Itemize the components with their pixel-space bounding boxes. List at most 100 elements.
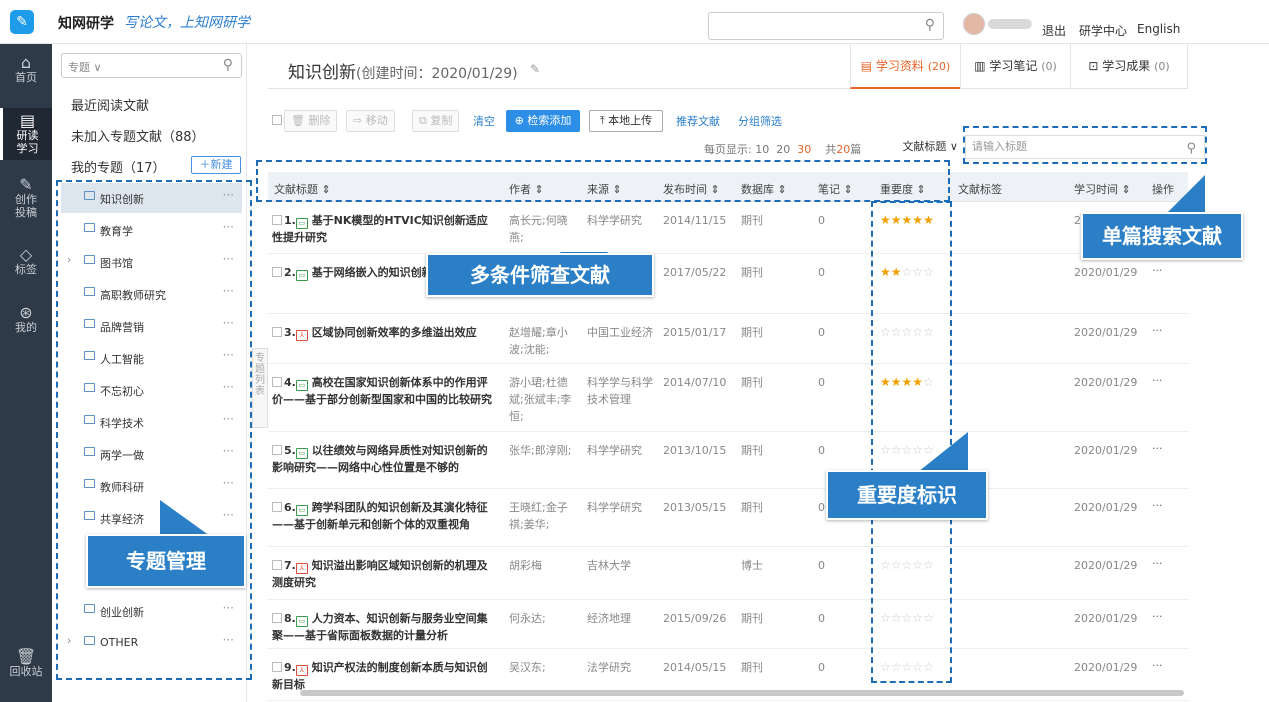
col-title[interactable]: 文献标题 ⇕ bbox=[274, 181, 331, 197]
col-db[interactable]: 数据库 ⇕ bbox=[741, 181, 787, 197]
table-row[interactable]: 6. ▭ 跨学科团队的知识创新及其演化特征——基于创新单元和创新个体的双重视角 王晓… bbox=[268, 489, 1188, 547]
star-empty-icon[interactable]: ☆ bbox=[912, 325, 923, 339]
col-notes[interactable]: 笔记 ⇕ bbox=[818, 181, 853, 197]
folder-item[interactable]: 人工智能 ··· bbox=[61, 343, 242, 373]
row-checkbox[interactable] bbox=[272, 377, 282, 387]
importance-stars[interactable]: ★★☆☆☆ bbox=[880, 264, 942, 281]
star-empty-icon[interactable]: ☆ bbox=[880, 325, 891, 339]
more-icon[interactable]: ··· bbox=[223, 188, 234, 202]
table-row[interactable]: 5. ▭ 以往绩效与网络异质性对知识创新的影响研究——网络中心性位置是不够的 张华;… bbox=[268, 432, 1188, 489]
recommend-link[interactable]: 推荐文献 bbox=[676, 113, 720, 129]
star-filled-icon[interactable]: ★ bbox=[912, 375, 923, 389]
star-empty-icon[interactable]: ☆ bbox=[880, 611, 891, 625]
global-search-input[interactable]: ⚲ bbox=[708, 12, 944, 40]
per-page-option[interactable]: 20 bbox=[776, 143, 790, 156]
nav-create[interactable]: ✎ 创作投稿 bbox=[0, 177, 52, 220]
star-empty-icon[interactable]: ☆ bbox=[891, 660, 902, 674]
research-center-link[interactable]: 研学中心 bbox=[1079, 22, 1127, 39]
star-empty-icon[interactable]: ☆ bbox=[902, 265, 913, 279]
doc-title[interactable]: 1. ▭ 基于NK模型的HTVIC知识创新适应性提升研究 bbox=[272, 212, 498, 246]
doc-title[interactable]: 3. ⅄ 区域协同创新效率的多维溢出效应 bbox=[272, 324, 498, 341]
clear-link[interactable]: 清空 bbox=[473, 113, 495, 129]
star-empty-icon[interactable]: ☆ bbox=[902, 660, 913, 674]
chevron-right-icon[interactable]: › bbox=[67, 253, 71, 266]
table-row[interactable]: 4. ▭ 高校在国家知识创新体系中的作用评价——基于部分创新型国家和中国的比较研究… bbox=[268, 364, 1188, 432]
star-empty-icon[interactable]: ☆ bbox=[923, 325, 934, 339]
col-date[interactable]: 发布时间 ⇕ bbox=[663, 181, 720, 197]
recent-read-link[interactable]: 最近阅读文献 bbox=[71, 95, 149, 114]
importance-stars[interactable]: ☆☆☆☆☆ bbox=[880, 659, 942, 676]
star-empty-icon[interactable]: ☆ bbox=[891, 325, 902, 339]
star-empty-icon[interactable]: ☆ bbox=[923, 558, 934, 572]
row-checkbox[interactable] bbox=[272, 267, 282, 277]
doc-title[interactable]: 7. ⅄ 知识溢出影响区域知识创新的机理及测度研究 bbox=[272, 557, 498, 591]
more-icon[interactable]: ··· bbox=[223, 316, 234, 330]
star-filled-icon[interactable]: ★ bbox=[902, 375, 913, 389]
doc-title[interactable]: 6. ▭ 跨学科团队的知识创新及其演化特征——基于创新单元和创新个体的双重视角 bbox=[272, 499, 498, 533]
copy-button[interactable]: ⧉ 复制 bbox=[412, 110, 460, 132]
importance-stars[interactable]: ★★★★★ bbox=[880, 212, 942, 229]
per-page-option[interactable]: 10 bbox=[755, 143, 769, 156]
star-filled-icon[interactable]: ★ bbox=[880, 375, 891, 389]
row-actions-icon[interactable]: ··· bbox=[1152, 374, 1163, 387]
tab-materials[interactable]: ▤ 学习资料 (20) bbox=[850, 44, 960, 89]
nav-trash[interactable]: 🗑 回收站 bbox=[0, 649, 52, 679]
col-importance[interactable]: 重要度 ⇕ bbox=[880, 181, 926, 197]
tab-results[interactable]: ⊡ 学习成果 (0) bbox=[1070, 44, 1188, 89]
row-checkbox[interactable] bbox=[272, 445, 282, 455]
star-empty-icon[interactable]: ☆ bbox=[891, 443, 902, 457]
star-filled-icon[interactable]: ★ bbox=[923, 213, 934, 227]
row-actions-icon[interactable]: ··· bbox=[1152, 264, 1163, 277]
more-icon[interactable]: ··· bbox=[223, 284, 234, 298]
folder-item[interactable]: 不忘初心 ··· bbox=[61, 375, 242, 405]
search-icon[interactable]: ⚲ bbox=[925, 17, 935, 33]
col-learn-time[interactable]: 学习时间 ⇕ bbox=[1074, 181, 1131, 197]
more-icon[interactable]: ··· bbox=[223, 633, 234, 647]
topic-search-input[interactable]: 专题 ∨ ⚲ bbox=[61, 53, 242, 78]
star-empty-icon[interactable]: ☆ bbox=[880, 443, 891, 457]
star-empty-icon[interactable]: ☆ bbox=[880, 660, 891, 674]
star-filled-icon[interactable]: ★ bbox=[880, 213, 891, 227]
folder-item[interactable]: 科学技术 ··· bbox=[61, 407, 242, 437]
doc-title[interactable]: 8. ▭ 人力资本、知识创新与服务业空间集聚——基于省际面板数据的计量分析 bbox=[272, 610, 498, 644]
importance-stars[interactable]: ★★★★☆ bbox=[880, 374, 942, 391]
star-empty-icon[interactable]: ☆ bbox=[902, 611, 913, 625]
more-icon[interactable]: ··· bbox=[223, 252, 234, 266]
folder-item[interactable]: 两学一做 ··· bbox=[61, 439, 242, 469]
language-link[interactable]: English bbox=[1137, 22, 1180, 36]
row-actions-icon[interactable]: ··· bbox=[1152, 499, 1163, 512]
more-icon[interactable]: ··· bbox=[223, 508, 234, 522]
move-button[interactable]: ⇨ 移动 bbox=[346, 110, 395, 132]
star-filled-icon[interactable]: ★ bbox=[880, 265, 891, 279]
star-empty-icon[interactable]: ☆ bbox=[923, 265, 934, 279]
row-actions-icon[interactable]: ··· bbox=[1152, 442, 1163, 455]
row-actions-icon[interactable]: ··· bbox=[1152, 324, 1163, 337]
star-empty-icon[interactable]: ☆ bbox=[923, 660, 934, 674]
search-add-button[interactable]: ⊕ 检索添加 bbox=[506, 110, 580, 132]
more-icon[interactable]: ··· bbox=[223, 412, 234, 426]
row-checkbox[interactable] bbox=[272, 560, 282, 570]
more-icon[interactable]: ··· bbox=[223, 380, 234, 394]
app-logo[interactable]: ✎ bbox=[10, 10, 34, 34]
star-empty-icon[interactable]: ☆ bbox=[912, 660, 923, 674]
tab-notes[interactable]: ▥ 学习笔记 (0) bbox=[960, 44, 1070, 89]
star-empty-icon[interactable]: ☆ bbox=[912, 265, 923, 279]
folder-item[interactable]: 知识创新 ··· bbox=[61, 183, 242, 213]
row-checkbox[interactable] bbox=[272, 613, 282, 623]
table-row[interactable]: 3. ⅄ 区域协同创新效率的多维溢出效应 赵增耀;章小波;沈能; 中国工业经济 2015… bbox=[268, 314, 1188, 364]
chevron-right-icon[interactable]: › bbox=[67, 634, 71, 647]
star-empty-icon[interactable]: ☆ bbox=[912, 611, 923, 625]
folder-item[interactable]: 高职教师研究 ··· bbox=[61, 279, 242, 309]
star-empty-icon[interactable]: ☆ bbox=[891, 558, 902, 572]
folder-item[interactable]: 教师科研 ··· bbox=[61, 471, 242, 501]
star-filled-icon[interactable]: ★ bbox=[891, 265, 902, 279]
more-icon[interactable]: ··· bbox=[223, 220, 234, 234]
more-icon[interactable]: ··· bbox=[223, 444, 234, 458]
search-icon[interactable]: ⚲ bbox=[223, 57, 233, 73]
folder-item[interactable]: 教育学 ··· bbox=[61, 215, 242, 245]
folder-item[interactable]: › OTHER ··· bbox=[61, 628, 242, 658]
table-row[interactable]: 8. ▭ 人力资本、知识创新与服务业空间集聚——基于省际面板数据的计量分析 何永达;… bbox=[268, 600, 1188, 649]
star-empty-icon[interactable]: ☆ bbox=[923, 375, 934, 389]
new-topic-button[interactable]: ＋新建 bbox=[191, 156, 241, 174]
table-row[interactable]: 1. ▭ 基于NK模型的HTVIC知识创新适应性提升研究 高长元;何晓燕; 科学学研究… bbox=[268, 202, 1188, 254]
